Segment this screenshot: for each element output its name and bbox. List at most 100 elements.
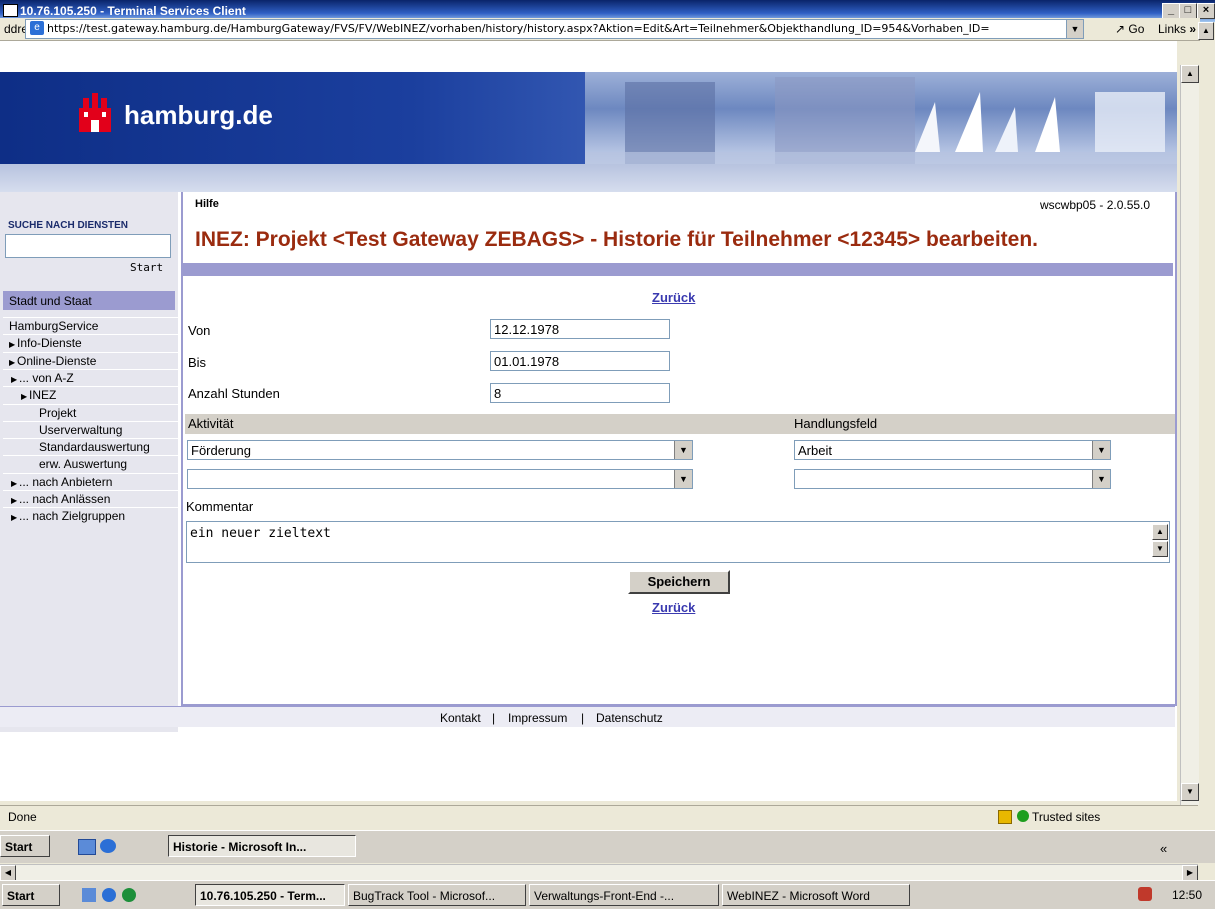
stunden-field[interactable]: 8	[490, 383, 670, 403]
sidebar-item[interactable]: ▶ INEZ	[3, 386, 193, 404]
search-start-button[interactable]: Start	[130, 261, 163, 274]
hamburg-logo-icon[interactable]	[75, 90, 115, 136]
stunden-label: Anzahl Stunden	[188, 386, 280, 401]
outer-taskbar: Start 10.76.105.250 - Term... BugTrack T…	[0, 880, 1215, 909]
sidebar-item-label: ... nach Anbietern	[19, 474, 113, 489]
footer-impressum-link[interactable]: Impressum	[508, 711, 567, 725]
links-button[interactable]: Links »	[1158, 22, 1196, 36]
sidebar-item-label: Projekt	[39, 405, 77, 420]
links-label: Links	[1158, 22, 1187, 36]
search-heading: SUCHE NACH DIENSTEN	[8, 220, 129, 231]
aktivitaet-select-2[interactable]: ▼	[187, 469, 693, 489]
taskbar-historie-window[interactable]: Historie - Microsoft In...	[168, 835, 356, 857]
messenger-icon[interactable]	[122, 888, 136, 902]
back-link-bottom[interactable]: Zurück	[652, 600, 695, 615]
rdp-window-title: 10.76.105.250 - Terminal Services Client	[20, 4, 246, 18]
textarea-scroll-down[interactable]: ▼	[1152, 541, 1168, 557]
chevron-down-icon[interactable]: ▼	[674, 470, 692, 488]
textarea-scroll-up[interactable]: ▲	[1152, 524, 1168, 540]
footer-datenschutz-link[interactable]: Datenschutz	[596, 711, 663, 725]
scroll-right-button[interactable]: ▶	[1182, 865, 1198, 881]
handlungsfeld-select-2[interactable]: ▼	[794, 469, 1111, 489]
go-button[interactable]: ↗ Go	[1115, 22, 1144, 36]
trusted-zone-icon	[1017, 810, 1029, 822]
aktivitaet-select-1[interactable]: Förderung ▼	[187, 440, 693, 460]
sidebar-item[interactable]: ▶... nach Zielgruppen	[3, 507, 183, 525]
sidebar-item[interactable]: Userverwaltung	[3, 420, 211, 439]
footer-kontakt-link[interactable]: Kontakt	[440, 711, 481, 725]
help-link[interactable]: Hilfe	[195, 198, 219, 210]
status-text: Done	[8, 810, 37, 824]
sidebar-item-label: ... von A-Z	[19, 370, 74, 385]
show-desktop-icon[interactable]	[82, 888, 96, 902]
chevron-down-icon[interactable]: ▼	[674, 441, 692, 459]
sidebar-item[interactable]: HamburgService	[3, 317, 181, 335]
chevron-down-icon[interactable]: ▼	[1092, 470, 1110, 488]
minimize-button[interactable]: _	[1162, 3, 1180, 19]
title-divider	[183, 263, 1173, 276]
sidebar-item[interactable]: ▶... nach Anlässen	[3, 490, 183, 508]
sidebar-item-label: Online-Dienste	[17, 353, 97, 368]
arrow-right-icon: ▶	[11, 513, 18, 523]
terminal-window-icon	[3, 4, 18, 17]
scroll-down-button[interactable]: ▼	[1181, 783, 1199, 801]
save-button[interactable]: Speichern	[628, 570, 730, 594]
scroll-left-button[interactable]: ◀	[0, 865, 16, 881]
lock-icon	[998, 810, 1012, 824]
sidebar-item[interactable]: ▶ Info-Dienste	[3, 334, 181, 352]
bis-label: Bis	[188, 355, 207, 370]
site-logo-text[interactable]: hamburg.de	[124, 100, 273, 131]
show-desktop-icon[interactable]	[78, 839, 96, 855]
sidebar-item-label: HamburgService	[9, 319, 99, 333]
taskbar-bugtrack-window[interactable]: BugTrack Tool - Microsof...	[348, 884, 526, 906]
security-zone-label: Trusted sites	[1032, 810, 1101, 824]
address-dropdown-button[interactable]: ▼	[1066, 19, 1084, 39]
handlungsfeld-header: Handlungsfeld	[791, 414, 1175, 434]
sidebar-section-header[interactable]: Stadt und Staat	[3, 291, 175, 310]
von-field[interactable]: 12.12.1978	[490, 319, 670, 339]
aktivitaet-header: Aktivität	[185, 414, 794, 434]
taskbar-clock: 12:50	[1172, 888, 1203, 902]
maximize-button[interactable]: □	[1179, 3, 1197, 19]
sidebar-item[interactable]: ▶... nach Anbietern	[3, 472, 183, 491]
kommentar-label: Kommentar	[186, 499, 254, 514]
aktivitaet-select-1-value: Förderung	[191, 443, 251, 458]
handlungsfeld-select-1[interactable]: Arbeit ▼	[794, 440, 1111, 460]
kommentar-textarea[interactable]: ein neuer zieltext	[186, 521, 1170, 563]
header-photo	[585, 72, 1177, 164]
bis-field[interactable]: 01.01.1978	[490, 351, 670, 371]
sidebar-item-label: ... nach Anlässen	[19, 492, 111, 506]
outer-start-button[interactable]: Start	[2, 884, 60, 906]
sidebar-item-label: INEZ	[29, 388, 57, 403]
sidebar-item[interactable]: Projekt	[3, 403, 211, 422]
sidebar-item[interactable]: ▶... von A-Z	[3, 368, 183, 387]
sidebar-item[interactable]: Standardauswertung	[3, 438, 211, 456]
horizontal-scrollbar[interactable]: ◀ ▶	[0, 864, 1198, 881]
tray-icon[interactable]	[1138, 887, 1152, 901]
sidebar-item-label: ... nach Zielgruppen	[19, 509, 126, 524]
address-url[interactable]: https://test.gateway.hamburg.de/HamburgG…	[47, 22, 1065, 35]
taskbar-verwaltung-window[interactable]: Verwaltungs-Front-End -...	[529, 884, 719, 906]
sidebar-item[interactable]: erw. Auswertung	[3, 455, 211, 473]
sidebar-item-label: erw. Auswertung	[39, 457, 128, 472]
sidebar-section-title: Stadt und Staat	[9, 294, 92, 308]
ie-quicklaunch-icon[interactable]	[102, 888, 116, 902]
taskbar-rdp-window[interactable]: 10.76.105.250 - Term...	[195, 884, 345, 906]
page-vertical-scrollbar[interactable]: ▲ ▼	[1180, 65, 1199, 805]
inner-start-button[interactable]: Start	[0, 835, 50, 857]
handlungsfeld-select-1-value: Arbeit	[798, 443, 832, 458]
sidebar-item[interactable]: ▶ Online-Dienste	[3, 351, 181, 370]
von-label: Von	[188, 323, 211, 338]
toolbar-scroll-up[interactable]: ▲	[1198, 22, 1214, 40]
taskbar-word-window[interactable]: WebINEZ - Microsoft Word	[722, 884, 910, 906]
search-input[interactable]	[5, 234, 171, 258]
ie-page-icon: e	[30, 21, 44, 35]
close-button[interactable]: ×	[1197, 3, 1215, 19]
scroll-up-button[interactable]: ▲	[1181, 65, 1199, 83]
chevron-down-icon[interactable]: ▼	[1092, 441, 1110, 459]
ie-quicklaunch-icon[interactable]	[100, 839, 116, 853]
sidebar-item-label: Standardauswertung	[39, 440, 150, 455]
back-link-top[interactable]: Zurück	[652, 290, 695, 305]
footer-separator: |	[581, 711, 585, 725]
tray-chevron[interactable]: «	[1160, 841, 1167, 856]
